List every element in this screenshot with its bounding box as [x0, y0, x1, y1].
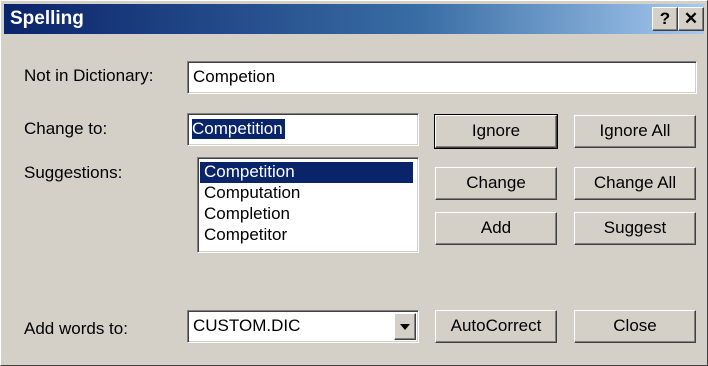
change-to-value: Competition: [192, 119, 285, 139]
change-all-button[interactable]: Change All: [574, 167, 696, 200]
list-item[interactable]: Competition: [200, 162, 413, 183]
add-words-to-label: Add words to:: [24, 319, 128, 338]
change-to-label: Change to:: [24, 119, 108, 138]
not-in-dictionary-field[interactable]: Competion: [187, 61, 697, 94]
suggestions-list[interactable]: Competition Computation Completion Compe…: [197, 157, 419, 253]
chevron-down-icon: [400, 324, 410, 330]
close-icon[interactable]: ✕: [678, 7, 704, 31]
add-words-to-select[interactable]: CUSTOM.DIC: [187, 310, 419, 343]
suggestions-label: Suggestions:: [24, 163, 123, 182]
add-button[interactable]: Add: [435, 212, 557, 245]
list-item[interactable]: Completion: [200, 204, 413, 225]
suggest-button[interactable]: Suggest: [574, 212, 696, 245]
list-item[interactable]: Competitor: [200, 225, 413, 246]
title-bar[interactable]: Spelling ? ✕: [4, 4, 704, 34]
spelling-dialog: Spelling ? ✕ Not in Dictionary: Competio…: [0, 0, 708, 366]
autocorrect-button[interactable]: AutoCorrect: [435, 310, 557, 343]
list-item[interactable]: Computation: [200, 183, 413, 204]
dialog-title: Spelling: [10, 8, 84, 29]
not-in-dictionary-label: Not in Dictionary:: [24, 66, 154, 85]
change-button[interactable]: Change: [435, 167, 557, 200]
ignore-button[interactable]: Ignore: [434, 114, 558, 149]
not-in-dictionary-value: Competion: [193, 67, 276, 86]
help-button[interactable]: ?: [652, 7, 678, 31]
change-to-input[interactable]: Competition: [187, 113, 419, 146]
dropdown-button[interactable]: [394, 313, 416, 340]
ignore-all-button[interactable]: Ignore All: [574, 115, 696, 148]
add-words-to-value: CUSTOM.DIC: [193, 316, 301, 335]
close-button[interactable]: Close: [574, 310, 696, 343]
